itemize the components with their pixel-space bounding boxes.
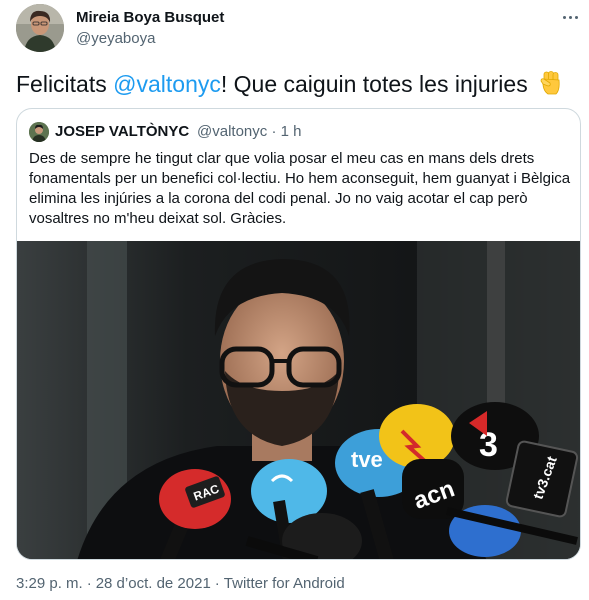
- more-options-button[interactable]: [556, 6, 584, 28]
- quoted-author-name[interactable]: JOSEP VALTÒNYC: [55, 123, 189, 140]
- press-conference-photo: RAC tve acn 3 tv3.cat: [17, 241, 580, 559]
- quoted-meta: @valtonyc · 1 h: [197, 123, 301, 140]
- raised-fist-icon: [538, 70, 564, 102]
- tweet-time[interactable]: 3:29 p. m.: [16, 575, 83, 592]
- author-name[interactable]: Mireia Boya Busquet: [76, 9, 224, 26]
- tweet-date[interactable]: 28 d’oct. de 2021: [96, 575, 211, 592]
- avatar[interactable]: [16, 4, 64, 52]
- more-dot: [562, 15, 566, 19]
- author-handle[interactable]: @yeyaboya: [76, 30, 155, 47]
- tweet: Mireia Boya Busquet @yeyaboya Felicitats…: [0, 0, 589, 600]
- tweet-text-after: ! Que caiguin totes les injuries: [220, 71, 528, 97]
- quoted-separator: ·: [271, 123, 277, 140]
- tweet-text: Felicitats @valtonyc! Que caiguin totes …: [16, 70, 576, 102]
- mention-link[interactable]: @valtonyc: [113, 71, 221, 97]
- more-dot: [574, 15, 578, 19]
- tweet-text-before: Felicitats: [16, 71, 114, 97]
- tweet-client[interactable]: Twitter for Android: [224, 575, 345, 592]
- svg-text:tve: tve: [351, 447, 383, 472]
- quoted-avatar-image: [29, 122, 49, 142]
- quoted-tweet[interactable]: JOSEP VALTÒNYC @valtonyc · 1 h Des de se…: [16, 108, 581, 560]
- quoted-timestamp[interactable]: 1 h: [281, 123, 302, 140]
- quoted-text: Des de sempre he tingut clar que volia p…: [29, 150, 571, 227]
- footer-separator: ·: [214, 575, 220, 592]
- footer-separator: ·: [86, 575, 92, 592]
- quoted-photo[interactable]: RAC tve acn 3 tv3.cat: [17, 241, 580, 559]
- quoted-avatar[interactable]: [29, 122, 49, 142]
- quoted-author-handle[interactable]: @valtonyc: [197, 123, 267, 140]
- avatar-image: [16, 4, 64, 52]
- more-dot: [568, 15, 572, 19]
- tweet-footer: 3:29 p. m. · 28 d’oct. de 2021 · Twitter for…: [16, 575, 345, 592]
